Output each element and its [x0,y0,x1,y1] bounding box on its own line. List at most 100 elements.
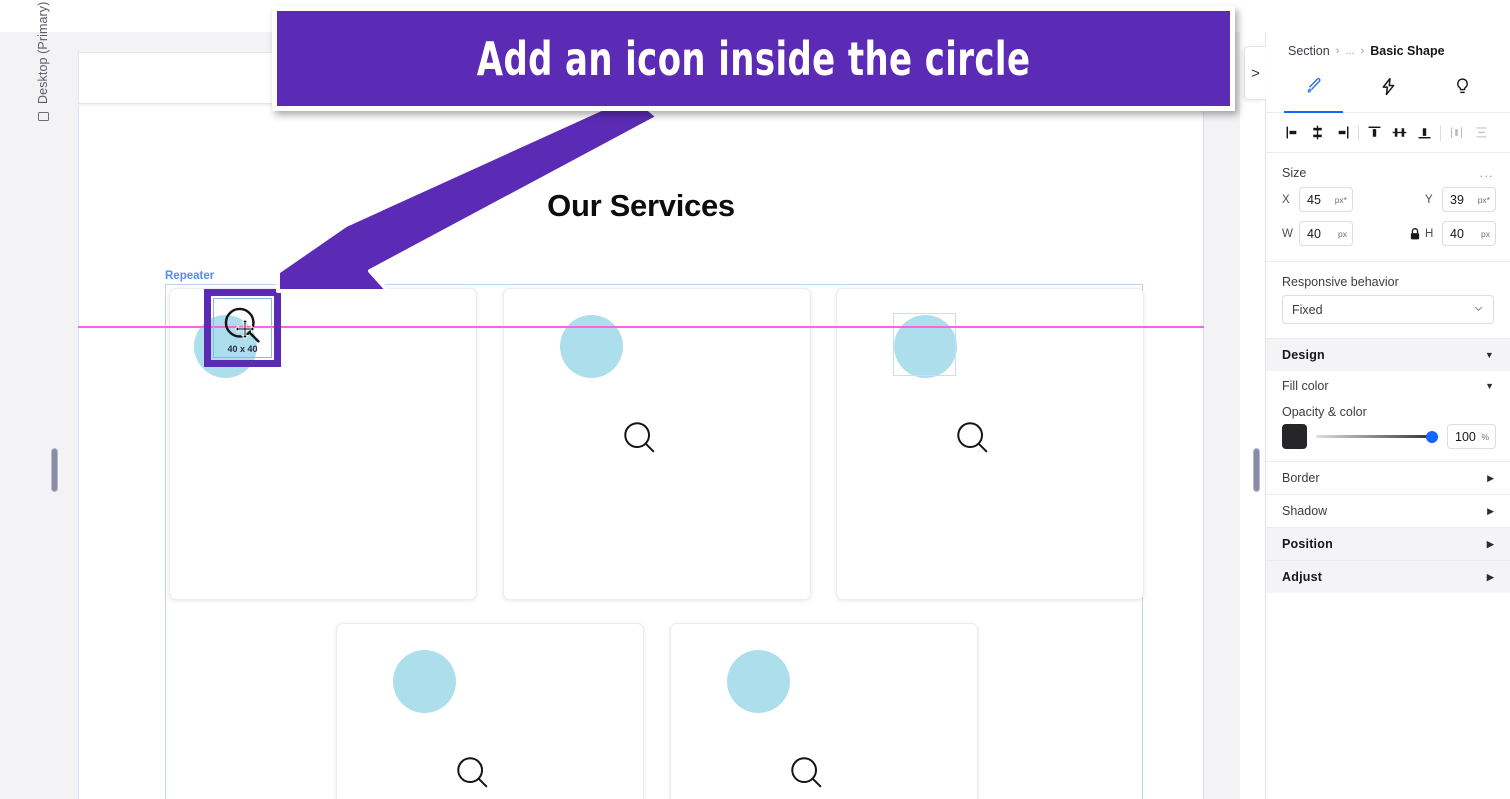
lock-icon[interactable] [1405,227,1425,241]
panel-collapse-button[interactable]: > [1244,46,1266,100]
x-value: 45 [1307,192,1321,207]
tab-tips[interactable] [1425,66,1500,112]
canvas-resize-handle-left[interactable] [51,448,58,492]
opacity-value: 100 [1455,429,1476,444]
h-label: H [1425,227,1434,240]
wh-row: W 40 px H 40 px [1266,221,1510,255]
responsive-behavior-select[interactable]: Fixed [1282,295,1494,324]
divider [1358,124,1359,141]
distribute-vertical-icon[interactable] [1469,120,1494,146]
left-rail: Desktop (Primary) [0,2,78,799]
responsive-behavior-value: Fixed [1292,302,1323,317]
magnifier-icon[interactable] [954,419,992,457]
opacity-unit: % [1481,431,1489,442]
chevron-right-icon: ▶ [1486,538,1494,549]
chevron-down-icon: ▼ [1484,350,1494,360]
opacity-color-label: Opacity & color [1282,405,1367,419]
slider-knob[interactable] [1426,430,1438,443]
section-shadow[interactable]: Shadow ▶ [1266,494,1510,527]
section-adjust[interactable]: Adjust ▶ [1266,560,1510,593]
divider [1440,124,1441,141]
align-right-icon[interactable] [1330,120,1355,146]
circle-shape[interactable] [727,650,790,713]
lightning-icon [1379,77,1398,101]
chevron-right-icon: ▶ [1487,472,1494,483]
slider-track [1316,435,1438,438]
fill-color-row[interactable]: Fill color ▼ [1266,371,1510,401]
section-design[interactable]: Design ▼ [1266,338,1510,371]
position-label: Position [1282,537,1333,551]
chevron-down-icon: ▼ [1485,381,1494,391]
callout-arrow [276,95,660,293]
hover-outline [893,313,956,376]
selection-size-hint: 40 x 40 [227,344,258,354]
xy-row: X 45 px* Y 39 px* [1266,187,1510,221]
magnifier-icon[interactable] [621,419,659,457]
align-middle-vertical-icon[interactable] [1387,120,1412,146]
magnifier-icon[interactable] [788,754,826,792]
list-item[interactable] [670,623,978,799]
monitor-icon [37,112,49,121]
width-field[interactable]: 40 px [1299,221,1353,246]
align-top-icon[interactable] [1362,120,1387,146]
canvas-resize-handle-right[interactable] [1253,448,1260,492]
fill-color-label: Fill color [1282,379,1329,393]
panel-tabs [1266,66,1510,113]
list-item[interactable] [503,288,811,600]
list-item[interactable] [836,288,1144,600]
y-unit: px* [1477,194,1490,205]
properties-panel: > Section › ... › Basic Shape Size ... X… [1244,32,1510,799]
w-value: 40 [1307,226,1321,241]
section-position[interactable]: Position ▶ [1266,527,1510,560]
callout-banner: Add an icon inside the circle [272,6,1235,111]
align-bottom-icon[interactable] [1412,120,1437,146]
align-center-horizontal-icon[interactable] [1305,120,1330,146]
breadcrumb-root[interactable]: Section [1288,44,1330,58]
move-cursor [234,318,256,340]
size-more-button[interactable]: ... [1479,166,1494,180]
border-label: Border [1282,471,1320,485]
size-section-header: Size ... [1266,153,1510,187]
breadcrumb-current: Basic Shape [1370,44,1445,58]
breakpoint-label-text: Desktop (Primary) [36,1,50,104]
tab-design[interactable] [1276,66,1351,113]
circle-shape[interactable] [560,315,623,378]
breadcrumb-separator: › [1360,45,1365,57]
h-value: 40 [1450,226,1464,241]
chevron-right-icon: ▶ [1487,505,1494,516]
app-window: Desktop (Primary) Our Services Repeater [0,0,1510,799]
align-left-icon[interactable] [1280,120,1305,146]
w-unit: px [1338,228,1347,239]
opacity-row: 100 % [1266,424,1510,461]
section-border[interactable]: Border ▶ [1266,461,1510,494]
breadcrumb: Section › ... › Basic Shape [1266,32,1510,66]
chevron-down-icon [1473,303,1484,317]
list-item[interactable] [336,623,644,799]
height-field[interactable]: 40 px [1442,221,1496,246]
breadcrumb-separator: › [1335,45,1340,57]
lightbulb-icon [1453,77,1472,101]
repeater-label[interactable]: Repeater [165,270,214,282]
opacity-slider[interactable] [1316,429,1438,445]
y-label: Y [1425,193,1433,206]
breakpoint-selector[interactable]: Desktop (Primary) [36,2,50,122]
x-field[interactable]: 45 px* [1299,187,1353,212]
tab-interactions[interactable] [1351,66,1426,112]
responsive-behavior-label: Responsive behavior [1282,275,1399,289]
distribute-horizontal-icon[interactable] [1444,120,1469,146]
callout-text: Add an icon inside the circle [476,31,1031,86]
brush-icon [1304,77,1323,101]
breadcrumb-ellipsis[interactable]: ... [1345,45,1354,57]
y-value: 39 [1450,192,1464,207]
y-field[interactable]: 39 px* [1442,187,1496,212]
color-swatch[interactable] [1282,424,1307,449]
design-heading: Design [1282,348,1325,362]
x-unit: px* [1334,194,1347,205]
shadow-label: Shadow [1282,504,1328,518]
magnifier-icon[interactable] [454,754,492,792]
h-unit: px [1481,228,1490,239]
x-label: X [1282,193,1290,206]
size-heading: Size [1282,166,1307,180]
circle-shape[interactable] [393,650,456,713]
opacity-field[interactable]: 100 % [1447,424,1496,449]
